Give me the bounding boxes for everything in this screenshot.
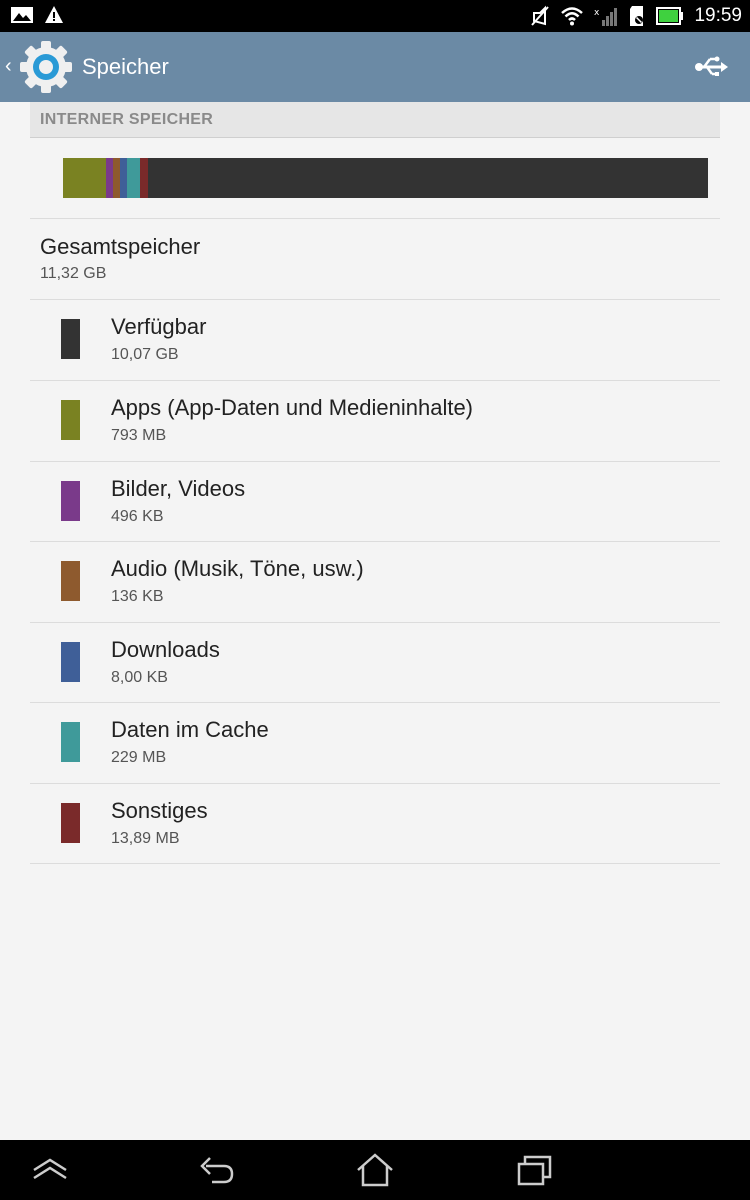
storage-item-title: Verfügbar: [111, 314, 207, 339]
usage-segment-cache: [127, 158, 141, 198]
usage-segment-apps: [63, 158, 107, 198]
storage-item-value: 136 KB: [111, 588, 164, 605]
storage-item-value: 793 MB: [111, 427, 167, 444]
storage-item-cache[interactable]: Daten im Cache 229 MB: [30, 703, 720, 783]
usage-segment-downloads: [120, 158, 128, 198]
color-swatch: [61, 319, 80, 359]
usage-segment-audio: [113, 158, 121, 198]
sd-card-icon: [630, 6, 644, 26]
storage-item-title: Apps (App-Daten und Medieninhalte): [111, 395, 474, 420]
storage-item-other[interactable]: Sonstiges 13,89 MB: [30, 784, 720, 864]
settings-gear-icon[interactable]: [18, 39, 74, 95]
storage-item-audio[interactable]: Audio (Musik, Töne, usw.) 136 KB: [30, 542, 720, 622]
page-title: Speicher: [82, 54, 169, 79]
divider: [30, 863, 720, 864]
storage-item-downloads[interactable]: Downloads 8,00 KB: [30, 623, 720, 703]
storage-item-title: Downloads: [111, 637, 220, 662]
status-bar: x 19:59: [0, 0, 750, 32]
usb-icon[interactable]: [694, 54, 728, 80]
battery-icon: [656, 7, 684, 25]
storage-item-value: 10,07 GB: [111, 346, 179, 363]
status-time: 19:59: [694, 5, 742, 26]
storage-item-value: 496 KB: [111, 508, 164, 525]
wifi-icon: [561, 7, 584, 26]
storage-item-value: 13,89 MB: [111, 830, 180, 847]
back-icon[interactable]: [196, 1152, 236, 1188]
storage-item-images[interactable]: Bilder, Videos 496 KB: [30, 462, 720, 542]
svg-text:x: x: [594, 8, 600, 18]
section-header-label: INTERNER SPEICHER: [40, 111, 214, 128]
usage-segment-images: [106, 158, 114, 198]
storage-item-title: Daten im Cache: [111, 717, 269, 742]
usage-segment-other: [140, 158, 149, 198]
storage-item-title: Bilder, Videos: [111, 476, 246, 501]
storage-item-value: 229 MB: [111, 749, 167, 766]
color-swatch: [61, 803, 80, 843]
section-header: INTERNER SPEICHER: [30, 102, 720, 138]
image-notification-icon: [11, 7, 33, 23]
color-swatch: [61, 561, 80, 601]
storage-item-title: Sonstiges: [111, 798, 208, 823]
storage-item-value: 8,00 KB: [111, 669, 168, 686]
mute-icon: [531, 5, 550, 26]
divider: [30, 218, 720, 219]
home-icon[interactable]: [355, 1152, 395, 1188]
recents-icon[interactable]: [515, 1152, 555, 1188]
storage-item-apps[interactable]: Apps (App-Daten und Medieninhalte) 793 M…: [30, 381, 720, 461]
menu-up-icon[interactable]: [30, 1152, 70, 1188]
total-storage-title: Gesamtspeicher: [40, 234, 201, 259]
color-swatch: [61, 722, 80, 762]
navigation-bar: [0, 1140, 750, 1200]
total-storage-value: 11,32 GB: [40, 265, 107, 282]
storage-item-title: Audio (Musik, Töne, usw.): [111, 556, 364, 581]
warning-icon: [45, 6, 63, 23]
storage-usage-bar: [63, 158, 708, 198]
storage-item-available[interactable]: Verfügbar 10,07 GB: [30, 300, 720, 380]
action-bar: ‹ Speicher: [0, 32, 750, 102]
color-swatch: [61, 400, 80, 440]
color-swatch: [61, 642, 80, 682]
no-signal-icon: x: [594, 8, 618, 26]
up-chevron-icon[interactable]: ‹: [5, 54, 12, 78]
color-swatch: [61, 481, 80, 521]
